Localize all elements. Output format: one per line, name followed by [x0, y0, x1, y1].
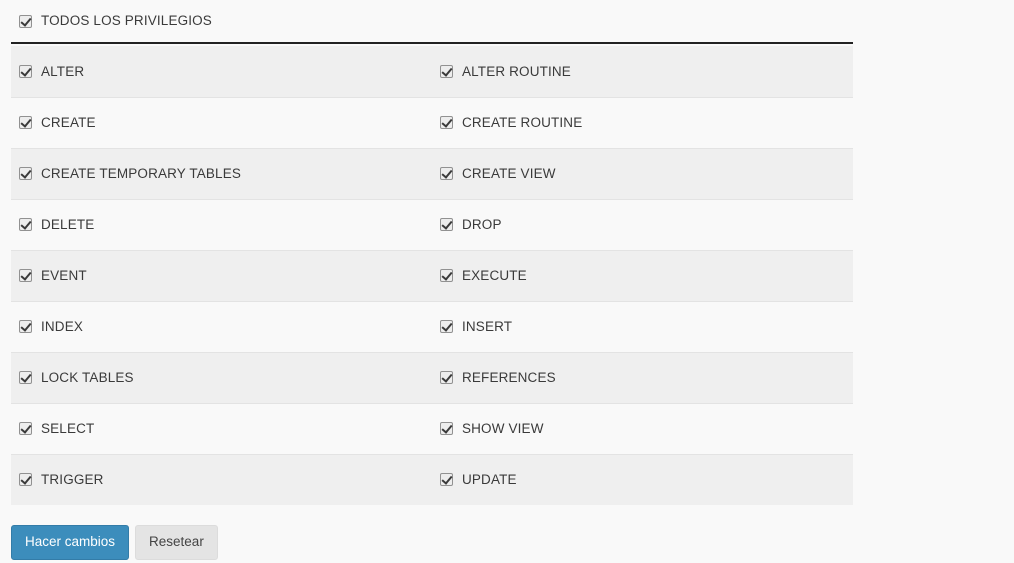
privileges-table: ALTER ALTER ROUTINE CREATE CREATE ROUTIN… — [11, 46, 853, 505]
privilege-item: ALTER — [19, 63, 432, 79]
label-select: SELECT — [41, 420, 95, 436]
table-cell-right: CREATE VIEW — [432, 147, 853, 199]
table-cell-right: REFERENCES — [432, 351, 853, 403]
checkbox-all-privileges[interactable] — [19, 14, 32, 28]
checkbox-references[interactable] — [440, 371, 453, 384]
checkbox-drop[interactable] — [440, 218, 453, 231]
checkbox-trigger[interactable] — [19, 473, 32, 487]
checkbox-delete[interactable] — [19, 218, 32, 231]
table-cell-right: ALTER ROUTINE — [432, 46, 853, 97]
table-cell-left: DELETE — [11, 198, 432, 250]
checkbox-index[interactable] — [19, 320, 32, 333]
privilege-item: CREATE VIEW — [440, 167, 853, 181]
privilege-item: INSERT — [440, 320, 853, 334]
privilege-item: CREATE TEMPORARY TABLES — [19, 167, 432, 181]
global-privilege-row: TODOS LOS PRIVILEGIOS — [11, 0, 853, 44]
table-cell-right: SHOW VIEW — [432, 402, 853, 454]
table-row: ALTER ALTER ROUTINE — [11, 46, 853, 97]
privilege-item: ALTER ROUTINE — [440, 63, 853, 79]
label-show-view: SHOW VIEW — [462, 420, 544, 436]
privileges-page: TODOS LOS PRIVILEGIOS ALTER ALTER ROUTIN… — [0, 0, 1014, 563]
table-row: EVENT EXECUTE — [11, 249, 853, 301]
table-row: CREATE CREATE ROUTINE — [11, 96, 853, 148]
label-delete: DELETE — [41, 216, 95, 232]
reset-button[interactable]: Resetear — [135, 525, 218, 560]
table-cell-left: CREATE — [11, 96, 432, 148]
label-lock-tables: LOCK TABLES — [41, 369, 134, 385]
privilege-item: REFERENCES — [440, 371, 853, 385]
privilege-item: DROP — [440, 218, 853, 232]
privilege-item: TRIGGER — [19, 473, 432, 487]
table-cell-left: ALTER — [11, 46, 432, 97]
table-cell-left: INDEX — [11, 300, 432, 352]
label-alter-routine: ALTER ROUTINE — [462, 63, 571, 79]
label-all-privileges: TODOS LOS PRIVILEGIOS — [41, 13, 212, 29]
table-row: SELECT SHOW VIEW — [11, 402, 853, 454]
table-row: DELETE DROP — [11, 198, 853, 250]
action-button-bar: Hacer cambios Resetear — [11, 525, 218, 560]
label-trigger: TRIGGER — [41, 472, 104, 487]
table-cell-left: CREATE TEMPORARY TABLES — [11, 147, 432, 199]
checkbox-create-view[interactable] — [440, 167, 453, 180]
table-row: INDEX INSERT — [11, 300, 853, 352]
table-cell-right: CREATE ROUTINE — [432, 96, 853, 148]
label-event: EVENT — [41, 267, 87, 283]
table-cell-right: INSERT — [432, 300, 853, 352]
privilege-item: CREATE — [19, 116, 432, 130]
privilege-item: CREATE ROUTINE — [440, 116, 853, 130]
privilege-item: UPDATE — [440, 473, 853, 487]
checkbox-lock-tables[interactable] — [19, 371, 32, 384]
label-insert: INSERT — [462, 318, 513, 334]
privilege-item: EVENT — [19, 269, 432, 283]
table-row: CREATE TEMPORARY TABLES CREATE VIEW — [11, 147, 853, 199]
checkbox-event[interactable] — [19, 269, 32, 282]
privilege-item: INDEX — [19, 320, 432, 334]
privilege-item: LOCK TABLES — [19, 371, 432, 385]
table-cell-left: EVENT — [11, 249, 432, 301]
privilege-item: DELETE — [19, 218, 432, 232]
table-row: TRIGGER UPDATE — [11, 453, 853, 505]
privilege-item: EXECUTE — [440, 269, 853, 283]
label-execute: EXECUTE — [462, 267, 527, 283]
table-row: LOCK TABLES REFERENCES — [11, 351, 853, 403]
label-create-view: CREATE VIEW — [462, 165, 556, 181]
checkbox-show-view[interactable] — [440, 422, 453, 435]
global-privilege-cell: TODOS LOS PRIVILEGIOS — [19, 14, 212, 28]
checkbox-create-routine[interactable] — [440, 116, 453, 129]
privilege-item: SHOW VIEW — [440, 422, 853, 436]
label-references: REFERENCES — [462, 369, 556, 385]
label-alter: ALTER — [41, 63, 85, 79]
privileges-table-body: ALTER ALTER ROUTINE CREATE CREATE ROUTIN… — [11, 46, 853, 505]
table-cell-left: SELECT — [11, 402, 432, 454]
table-cell-right: EXECUTE — [432, 249, 853, 301]
label-index: INDEX — [41, 318, 84, 334]
privilege-item: SELECT — [19, 422, 432, 436]
checkbox-create-temporary-tables[interactable] — [19, 167, 32, 180]
submit-changes-button[interactable]: Hacer cambios — [11, 525, 130, 560]
checkbox-alter-routine[interactable] — [440, 64, 453, 78]
checkbox-create[interactable] — [19, 116, 32, 129]
label-create: CREATE — [41, 114, 96, 130]
table-cell-left: TRIGGER — [11, 453, 432, 505]
checkbox-insert[interactable] — [440, 320, 453, 333]
label-create-temporary-tables: CREATE TEMPORARY TABLES — [41, 165, 242, 181]
table-cell-right: UPDATE — [432, 453, 853, 505]
checkbox-execute[interactable] — [440, 269, 453, 282]
table-cell-right: DROP — [432, 198, 853, 250]
label-create-routine: CREATE ROUTINE — [462, 114, 583, 130]
table-cell-left: LOCK TABLES — [11, 351, 432, 403]
checkbox-alter[interactable] — [19, 64, 32, 78]
label-update: UPDATE — [462, 472, 517, 487]
label-drop: DROP — [462, 216, 502, 232]
checkbox-update[interactable] — [440, 473, 453, 487]
checkbox-select[interactable] — [19, 422, 32, 435]
